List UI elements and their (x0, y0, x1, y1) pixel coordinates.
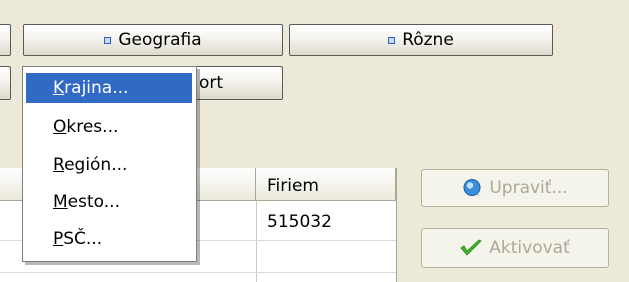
menu-item-label: SČ... (63, 229, 103, 249)
menu-item-mesto[interactable]: Mesto... (26, 187, 192, 217)
cell-firiem: 515032 (267, 212, 332, 232)
menu-item-okres[interactable]: Okres... (26, 112, 192, 142)
edit-button[interactable]: Upraviť... (421, 169, 609, 207)
tab-label: Geografia (118, 30, 202, 50)
menu-item-label: esto... (67, 192, 120, 212)
menu-item-mnemonic: R (53, 155, 65, 175)
menu-item-krajina[interactable]: Krajina... (26, 73, 192, 103)
grid-header-firiem[interactable]: Firiem (256, 168, 396, 201)
checkmark-icon (460, 239, 482, 256)
edit-button-label: Upraviť... (489, 178, 568, 198)
column-header-label: Firiem (267, 176, 319, 196)
bullet-icon (104, 36, 112, 44)
bullet-icon (388, 36, 396, 44)
menu-item-psc[interactable]: PSČ... (26, 224, 192, 254)
menu-item-mnemonic: O (53, 117, 67, 137)
menu-item-mnemonic: P (53, 229, 64, 249)
menu-item-mnemonic: M (53, 192, 68, 212)
dropdown-menu: Krajina... Okres... Región... Mesto... P… (22, 66, 197, 262)
tab-label: Rôzne (402, 30, 454, 50)
activate-button-label: Aktivovať (489, 238, 570, 258)
tab-button-left-partial[interactable] (0, 24, 11, 56)
edit-bubble-icon (463, 179, 481, 196)
menu-item-label: kres... (66, 117, 119, 137)
grid-row-divider (0, 272, 396, 273)
tab-button-left-partial-row2[interactable] (0, 66, 11, 100)
menu-item-label: egión... (64, 155, 128, 175)
tab-label: ort (199, 73, 224, 93)
tab-button-rozne[interactable]: Rôzne (289, 24, 553, 56)
menu-item-label: rajina... (64, 78, 129, 98)
activate-button[interactable]: Aktivovať (421, 228, 609, 268)
menu-item-region[interactable]: Región... (26, 150, 192, 180)
menu-item-mnemonic: K (53, 78, 65, 98)
tab-button-geografia[interactable]: Geografia (23, 24, 283, 56)
